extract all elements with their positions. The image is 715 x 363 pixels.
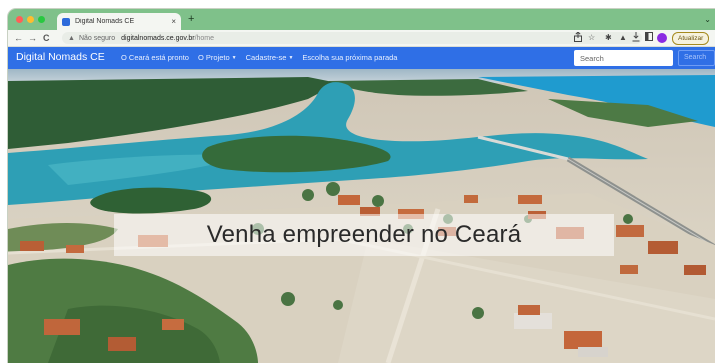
nav-item-label: Escolha sua próxima parada <box>302 53 398 62</box>
favicon-icon <box>62 17 70 26</box>
tab-close-icon[interactable]: × <box>171 17 176 26</box>
maximize-window-button[interactable] <box>38 16 45 23</box>
share-icon[interactable] <box>574 31 582 46</box>
url-text[interactable]: digitalnomads.ce.gov.br/home <box>121 35 214 42</box>
extensions-puzzle-icon[interactable]: ✱ <box>605 32 612 44</box>
tab-search-chevron-icon[interactable]: ⌄ <box>704 15 711 24</box>
nav-item-label: O Ceará está pronto <box>121 53 189 62</box>
hero-title: Venha empreender no Ceará <box>206 221 522 248</box>
update-button[interactable]: Atualizar <box>672 32 710 45</box>
site-nav-links: O Ceará está pronto O Projeto ▼ Cadastre-… <box>121 53 397 62</box>
close-window-button[interactable] <box>16 16 23 23</box>
search-button[interactable]: Search <box>678 50 715 66</box>
warning-triangle-icon[interactable]: ▲ <box>68 35 75 42</box>
browser-window: Digital Nomads CE × + ⌄ ← → C ▲ Não segu… <box>8 9 715 363</box>
download-icon[interactable] <box>632 32 640 46</box>
caret-down-icon: ▼ <box>288 55 294 62</box>
sidebar-icon[interactable] <box>645 32 653 45</box>
security-label[interactable]: Não seguro <box>79 35 115 42</box>
hero-banner: Venha empreender no Ceará <box>114 214 614 256</box>
profile-flask-icon[interactable]: ▲ <box>619 32 627 44</box>
url-path: /home <box>194 34 215 42</box>
forward-icon[interactable]: → <box>28 32 37 44</box>
tab-digital-nomads[interactable]: Digital Nomads CE × <box>57 13 181 30</box>
hero-section: Venha empreender no Ceará <box>8 69 715 363</box>
nav-item-projeto[interactable]: O Projeto ▼ <box>198 53 237 62</box>
url-host: digitalnomads.ce.gov.br <box>121 34 195 42</box>
web-page: Digital Nomads CE O Ceará está pronto O … <box>8 47 715 363</box>
browser-toolbar: ← → C ▲ Não seguro digitalnomads.ce.gov.… <box>8 30 715 47</box>
tab-title: Digital Nomads CE <box>75 18 135 25</box>
caret-down-icon: ▼ <box>231 55 237 62</box>
site-navbar: Digital Nomads CE O Ceará está pronto O … <box>8 47 715 69</box>
nav-item-proxima-parada[interactable]: Escolha sua próxima parada <box>302 53 397 62</box>
site-brand[interactable]: Digital Nomads CE <box>16 51 105 63</box>
minimize-window-button[interactable] <box>27 16 34 23</box>
back-icon[interactable]: ← <box>14 32 23 44</box>
search-input[interactable] <box>574 50 673 66</box>
new-tab-icon[interactable]: + <box>188 13 194 26</box>
tab-bar: Digital Nomads CE × + ⌄ <box>8 9 715 30</box>
reload-icon[interactable]: C <box>43 32 50 44</box>
nav-item-ceara-pronto[interactable]: O Ceará está pronto <box>121 53 189 62</box>
nav-item-cadastre-se[interactable]: Cadastre-se ▼ <box>246 53 294 62</box>
nav-item-label: Cadastre-se <box>245 53 287 62</box>
nav-item-label: O Projeto <box>197 53 230 62</box>
bookmark-star-icon[interactable]: ☆ <box>588 32 595 44</box>
address-bar[interactable]: ▲ Não seguro digitalnomads.ce.gov.br/hom… <box>62 32 642 44</box>
profile-avatar[interactable] <box>657 33 667 43</box>
